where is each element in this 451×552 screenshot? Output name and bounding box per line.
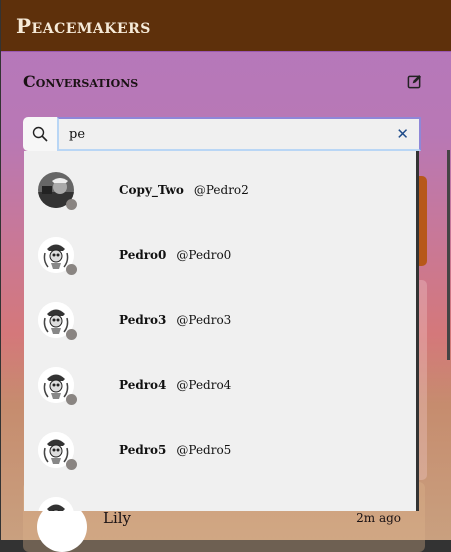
status-indicator — [66, 263, 77, 275]
app: Peacemakers Conversations Lily 2m ago ✕ … — [1, 0, 451, 552]
search-result-item[interactable]: Pedro3 @Pedro3 — [24, 287, 416, 352]
conversation-edge — [419, 280, 427, 480]
status-indicator — [66, 328, 77, 340]
search-result-item[interactable]: Pedro4 @Pedro4 — [24, 352, 416, 417]
search-result-item[interactable]: Pedro0 @Pedro0 — [24, 222, 416, 287]
conversation-edge — [419, 176, 427, 266]
result-handle: @Pedro5 — [176, 442, 232, 457]
avatar — [38, 431, 77, 470]
result-name: Pedro5 — [119, 442, 167, 457]
result-name: Pedro0 — [119, 247, 167, 262]
app-title: Peacemakers — [16, 13, 151, 38]
conversation-name: Lily — [103, 509, 132, 527]
result-name: Pedro3 — [119, 312, 167, 327]
conversation-time: 2m ago — [356, 511, 401, 525]
result-handle: @Pedro2 — [193, 182, 249, 197]
search-result-item[interactable]: Pedro5 @Pedro5 — [24, 417, 416, 482]
avatar — [38, 496, 74, 511]
avatar — [38, 366, 77, 405]
conversations-title: Conversations — [23, 72, 139, 91]
scrollbar[interactable] — [447, 150, 450, 360]
app-header: Peacemakers — [1, 0, 451, 52]
search-button[interactable] — [23, 117, 57, 151]
clear-search-icon[interactable]: ✕ — [396, 125, 409, 143]
search-input[interactable] — [57, 117, 421, 151]
conversations-header: Conversations — [23, 72, 423, 91]
result-handle: @Pedro3 — [176, 312, 232, 327]
search-result-item[interactable]: Copy_Two @Pedro2 — [24, 157, 416, 222]
result-name: Copy_Two — [119, 182, 184, 197]
search-result-item[interactable] — [24, 482, 416, 511]
result-handle: @Pedro4 — [176, 377, 232, 392]
avatar — [38, 171, 77, 210]
search-results-dropdown: Copy_Two @Pedro2 Pedro0 @Pedro0 Pedro3 @Pedro… — [24, 151, 419, 511]
status-indicator — [66, 198, 77, 210]
avatar — [38, 236, 77, 275]
search-icon — [32, 126, 48, 142]
result-name: Pedro4 — [119, 377, 167, 392]
avatar — [38, 301, 77, 340]
status-indicator — [66, 458, 77, 470]
status-indicator — [66, 393, 77, 405]
search-bar: ✕ — [23, 117, 421, 151]
result-handle: @Pedro0 — [176, 247, 232, 262]
edit-icon[interactable] — [405, 73, 423, 91]
